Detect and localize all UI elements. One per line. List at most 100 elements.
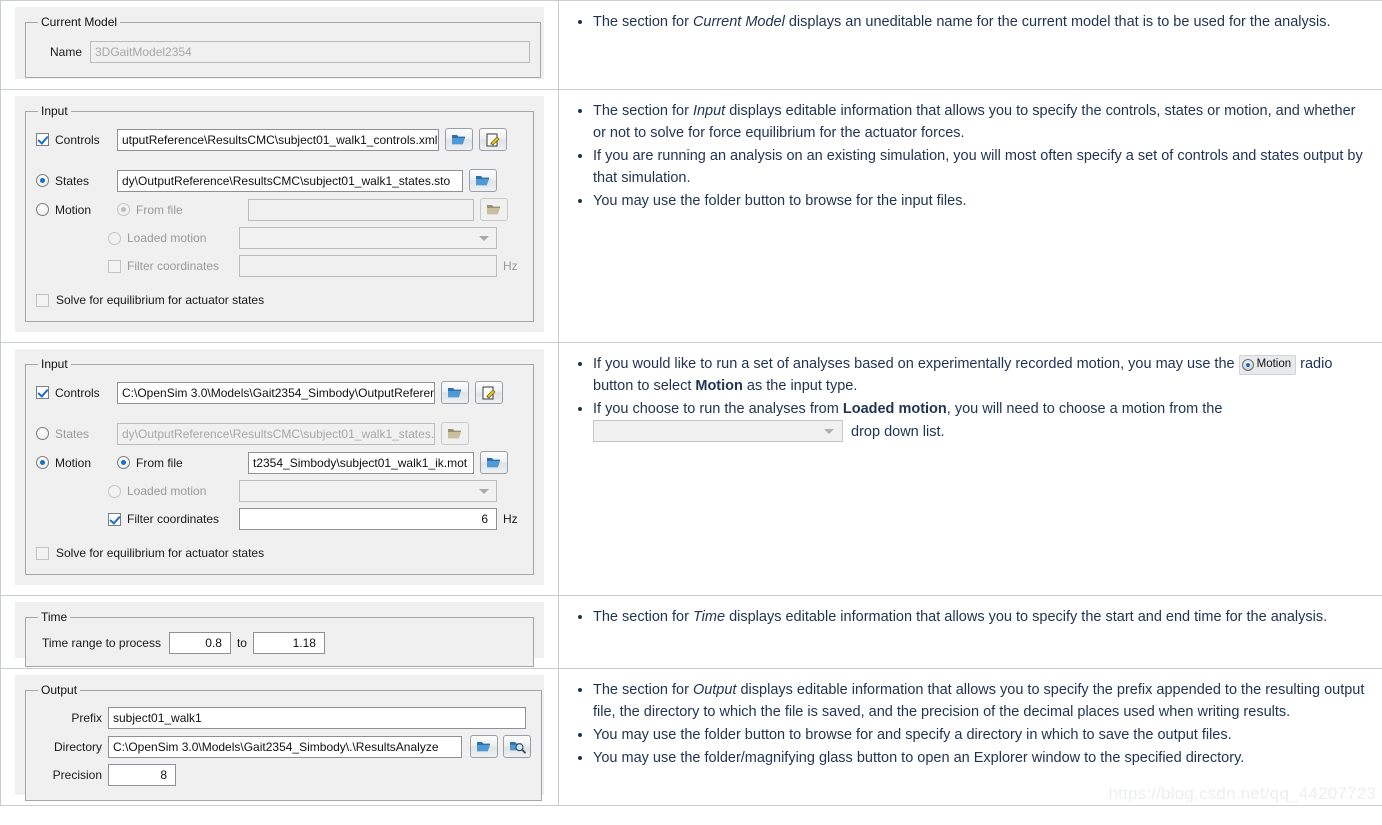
precision-field[interactable]: 8 — [108, 764, 176, 786]
directory-field[interactable]: C:\OpenSim 3.0\Models\Gait2354_Simbody\.… — [108, 735, 462, 758]
from-file-radio[interactable] — [117, 456, 130, 469]
prefix-field[interactable]: subject01_walk1 — [108, 707, 526, 729]
note-item: You may use the folder button to browse … — [593, 724, 1368, 746]
input-group: Input Controls C:\OpenSim 3.0\Models\Gai… — [25, 357, 534, 575]
solve-equilibrium-checkbox[interactable] — [36, 293, 49, 307]
edit-document-icon — [486, 133, 499, 146]
loaded-motion-radio[interactable] — [108, 231, 121, 245]
current-model-legend: Current Model — [41, 15, 118, 29]
controls-field[interactable]: C:\OpenSim 3.0\Models\Gait2354_Simbody\O… — [117, 381, 435, 404]
time-end-field[interactable]: 1.18 — [252, 632, 325, 654]
folder-open-icon-button-from-file[interactable] — [480, 451, 508, 474]
controls-label: Controls — [55, 385, 100, 400]
note-item: If you choose to run the analyses from L… — [593, 398, 1368, 443]
loaded-motion-combo[interactable] — [239, 480, 497, 502]
from-file-radio[interactable] — [117, 203, 130, 216]
output-legend: Output — [41, 683, 78, 697]
folder-open-icon-button-controls[interactable] — [441, 381, 469, 404]
model-name-field: 3DGaitModel2354 — [90, 41, 530, 63]
note-item: You may use the folder/magnifying glass … — [593, 747, 1368, 769]
edit-document-icon — [482, 386, 495, 399]
current-model-cell: Current Model Name 3DGaitModel2354 — [0, 0, 559, 90]
time-range-label: Time range to process — [42, 636, 161, 650]
loaded-motion-radio[interactable] — [108, 484, 121, 498]
states-label: States — [55, 426, 90, 441]
controls-field[interactable]: utputReference\ResultsCMC\subject01_walk… — [117, 128, 439, 151]
table-row: Current Model Name 3DGaitModel2354 The s… — [0, 0, 1382, 90]
states-field[interactable]: dy\OutputReference\ResultsCMC\subject01_… — [117, 169, 463, 192]
controls-label: Controls — [55, 132, 100, 147]
motion-radio[interactable] — [36, 456, 49, 469]
filter-coordinates-field[interactable]: 6 — [239, 508, 497, 530]
chevron-down-icon — [479, 236, 489, 241]
directory-label: Directory — [53, 739, 102, 754]
folder-open-icon — [448, 388, 461, 398]
folder-open-icon-button-from-file[interactable] — [480, 198, 508, 221]
precision-label: Precision — [52, 768, 102, 782]
motion-label: Motion — [55, 455, 92, 470]
loaded-motion-label: Loaded motion — [127, 484, 207, 498]
folder-open-icon-button-states[interactable] — [469, 169, 497, 192]
notes-list: The section for Current Model displays a… — [571, 11, 1368, 33]
current-model-notes-cell: The section for Current Model displays a… — [558, 0, 1382, 90]
solve-equilibrium-checkbox[interactable] — [36, 546, 49, 560]
states-label: States — [55, 173, 90, 188]
loaded-motion-label: Loaded motion — [127, 231, 207, 245]
folder-open-icon — [487, 458, 500, 468]
output-cell: Output Prefix subject01_walk1 Directory … — [0, 668, 559, 806]
edit-document-icon-button-controls[interactable] — [479, 128, 507, 151]
chevron-down-icon — [479, 489, 489, 494]
filter-coordinates-checkbox[interactable] — [108, 512, 121, 526]
edit-document-icon-button-controls[interactable] — [475, 381, 503, 404]
states-radio[interactable] — [36, 427, 49, 440]
table-row: Input Controls C:\OpenSim 3.0\Models\Gai… — [0, 342, 1382, 596]
note-item: You may use the folder button to browse … — [593, 190, 1368, 212]
states-radio[interactable] — [36, 174, 49, 187]
hz-unit-label: Hz — [503, 512, 518, 526]
controls-checkbox[interactable] — [36, 133, 49, 146]
note-item: If you would like to run a set of analys… — [593, 353, 1368, 397]
from-file-field[interactable] — [248, 198, 474, 221]
inline-motion-radio-graphic: Motion — [1238, 355, 1297, 375]
states-field[interactable]: dy\OutputReference\ResultsCMC\subject01_… — [117, 422, 435, 445]
loaded-motion-combo[interactable] — [239, 227, 497, 249]
input-legend: Input — [41, 357, 68, 371]
note-item: The section for Current Model displays a… — [593, 11, 1368, 33]
filter-coordinates-label: Filter coordinates — [127, 512, 220, 526]
folder-open-icon-button-controls[interactable] — [445, 128, 473, 151]
inline-loaded-motion-combo-graphic — [593, 420, 843, 443]
folder-open-icon — [452, 135, 465, 145]
motion-radio[interactable] — [36, 203, 49, 216]
from-file-label: From file — [136, 202, 183, 217]
prefix-label: Prefix — [71, 711, 102, 725]
note-item: The section for Time displays editable i… — [593, 606, 1368, 628]
motion-label: Motion — [55, 202, 92, 217]
input-legend: Input — [41, 104, 68, 118]
folder-magnifier-icon — [509, 741, 526, 753]
from-file-field[interactable]: t2354_Simbody\subject01_walk1_ik.mot — [248, 451, 474, 474]
notes-list: If you would like to run a set of analys… — [571, 353, 1368, 443]
note-item: If you are running an analysis on an exi… — [593, 145, 1368, 189]
input-states-notes-cell: The section for Input displays editable … — [558, 89, 1382, 343]
folder-open-icon — [487, 205, 500, 215]
filter-coordinates-checkbox[interactable] — [108, 259, 121, 273]
note-item: The section for Output displays editable… — [593, 679, 1368, 723]
time-start-field[interactable]: 0.8 — [168, 632, 231, 654]
output-group: Output Prefix subject01_walk1 Directory … — [25, 683, 542, 801]
folder-open-icon — [477, 742, 490, 752]
folder-open-icon-button-directory[interactable] — [470, 735, 498, 758]
input-group: Input Controls utputReference\ResultsCMC… — [25, 104, 534, 322]
hz-unit-label: Hz — [503, 259, 518, 273]
notes-list: The section for Time displays editable i… — [571, 606, 1368, 628]
folder-open-icon-button-states[interactable] — [441, 422, 469, 445]
solve-equilibrium-label: Solve for equilibrium for actuator state… — [56, 293, 265, 307]
time-cell: Time Time range to process 0.8 to 1.18 — [0, 595, 559, 669]
folder-magnifier-icon-button-directory[interactable] — [503, 735, 531, 758]
folder-open-icon — [448, 429, 461, 439]
filter-coordinates-field[interactable] — [239, 255, 497, 277]
notes-list: The section for Input displays editable … — [571, 100, 1368, 212]
time-legend: Time — [41, 610, 68, 624]
controls-checkbox[interactable] — [36, 386, 49, 399]
note-item: The section for Input displays editable … — [593, 100, 1368, 144]
input-motion-notes-cell: If you would like to run a set of analys… — [558, 342, 1382, 596]
